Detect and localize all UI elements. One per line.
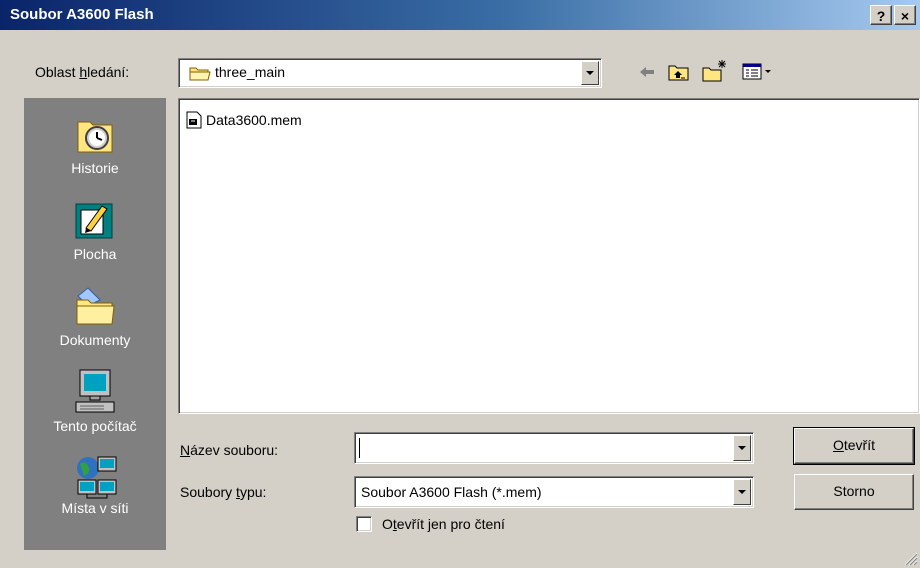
list-item[interactable]: Data3600.mem bbox=[185, 111, 302, 129]
file-name: Data3600.mem bbox=[206, 112, 302, 128]
up-one-level-button[interactable] bbox=[666, 60, 692, 84]
place-documents[interactable]: Dokumenty bbox=[24, 286, 166, 348]
place-my-computer-label: Tento počítač bbox=[53, 418, 137, 434]
desktop-icon bbox=[75, 203, 113, 239]
view-menu-icon bbox=[742, 63, 771, 80]
resize-grip-icon[interactable] bbox=[900, 548, 918, 566]
title-bar[interactable]: Soubor A3600 Flash ? × bbox=[0, 0, 920, 30]
readonly-label: Otevřít jen pro čtení bbox=[382, 516, 505, 532]
readonly-label-pre: O bbox=[382, 516, 393, 532]
file-icon bbox=[186, 111, 202, 129]
places-bar: Historie Plocha Dokumenty Tento počítač … bbox=[24, 98, 166, 550]
filetype-combobox[interactable]: Soubor A3600 Flash (*.mem) bbox=[354, 476, 754, 508]
look-in-label-key: h bbox=[79, 64, 88, 80]
filename-dropdown-button[interactable] bbox=[733, 435, 751, 461]
readonly-checkbox[interactable] bbox=[356, 516, 372, 532]
computer-icon bbox=[75, 369, 115, 413]
chevron-down-icon bbox=[738, 490, 746, 494]
back-button[interactable] bbox=[634, 60, 660, 84]
up-folder-icon bbox=[668, 65, 689, 81]
place-network-label: Místa v síti bbox=[61, 500, 129, 516]
open-button-label: tevřít bbox=[843, 437, 875, 453]
filename-label-post: ázev souboru: bbox=[190, 442, 279, 458]
window-title: Soubor A3600 Flash bbox=[10, 6, 154, 23]
look-in-combobox[interactable]: three_main bbox=[178, 58, 602, 88]
readonly-label-post: evřít jen pro čtení bbox=[396, 516, 505, 532]
place-history[interactable]: Historie bbox=[24, 114, 166, 176]
look-in-label: Oblast hledání: bbox=[35, 64, 129, 80]
cancel-button[interactable]: Storno bbox=[794, 474, 914, 510]
back-arrow-icon bbox=[640, 67, 654, 77]
filetype-label-pre: Soubory bbox=[180, 484, 237, 500]
place-desktop[interactable]: Plocha bbox=[24, 200, 166, 262]
look-in-value: three_main bbox=[215, 64, 286, 80]
place-network[interactable]: Místa v síti bbox=[24, 454, 166, 516]
close-button[interactable]: × bbox=[894, 5, 916, 25]
new-folder-icon bbox=[702, 60, 726, 82]
filetype-dropdown-button[interactable] bbox=[733, 479, 751, 505]
readonly-checkbox-row[interactable]: Otevřít jen pro čtení bbox=[356, 516, 505, 532]
filetype-label-post: ypu: bbox=[239, 484, 267, 500]
documents-folder-icon bbox=[76, 287, 115, 325]
place-documents-label: Dokumenty bbox=[59, 332, 131, 348]
folder-icon bbox=[189, 67, 211, 81]
close-icon: × bbox=[900, 8, 910, 24]
place-desktop-label: Plocha bbox=[73, 246, 117, 262]
chevron-down-icon bbox=[738, 446, 746, 450]
view-menu-button[interactable] bbox=[740, 60, 780, 84]
filename-label: Název souboru: bbox=[180, 442, 278, 458]
help-button[interactable]: ? bbox=[870, 5, 892, 25]
place-history-label: Historie bbox=[71, 160, 119, 176]
look-in-label-pre: Oblast bbox=[35, 64, 80, 80]
filename-label-key: N bbox=[180, 442, 191, 458]
place-my-computer[interactable]: Tento počítač bbox=[24, 368, 166, 434]
filename-combobox[interactable] bbox=[354, 432, 754, 464]
filetype-label: Soubory typu: bbox=[180, 484, 266, 500]
open-button-key: O bbox=[832, 437, 844, 453]
text-cursor bbox=[359, 438, 360, 458]
history-icon bbox=[77, 121, 113, 153]
filetype-value: Soubor A3600 Flash (*.mem) bbox=[361, 484, 542, 500]
file-list[interactable]: Data3600.mem bbox=[178, 98, 920, 414]
open-button[interactable]: Otevřít bbox=[793, 427, 915, 465]
look-in-label-post: ledání: bbox=[87, 64, 130, 80]
look-in-dropdown-button[interactable] bbox=[581, 61, 599, 85]
chevron-down-icon bbox=[586, 71, 594, 75]
new-folder-button[interactable] bbox=[700, 58, 730, 84]
network-icon bbox=[77, 456, 117, 499]
